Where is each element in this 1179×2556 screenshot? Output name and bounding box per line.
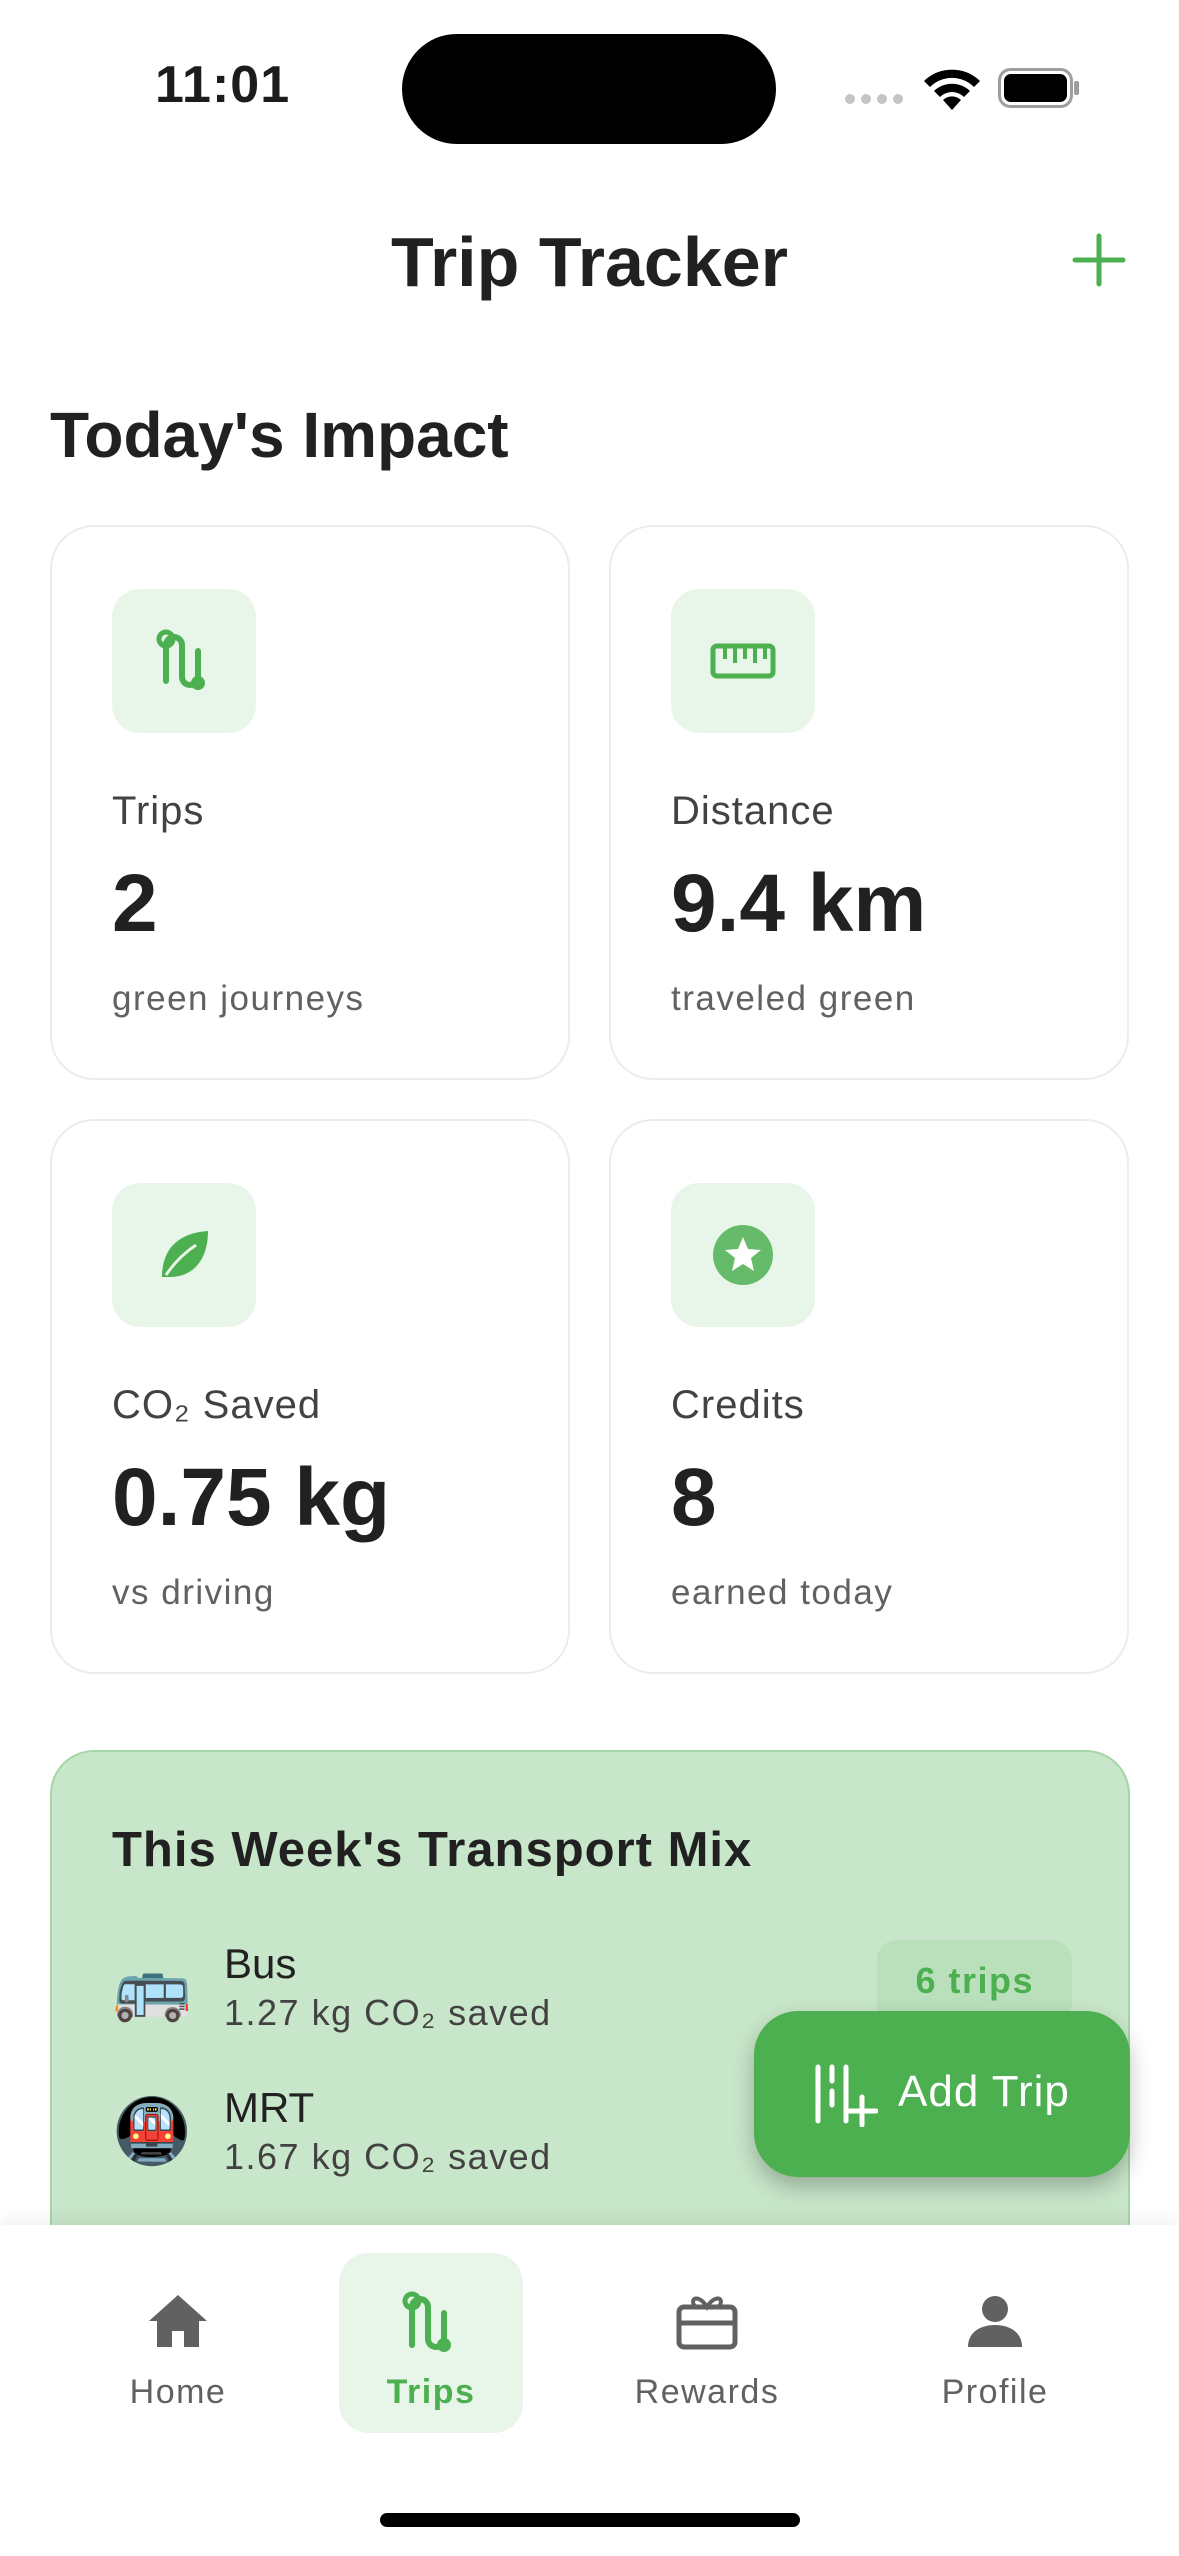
transport-mix-title: This Week's Transport Mix [112,1823,753,1877]
nav-label: Profile [941,2373,1049,2411]
card-value: 9.4 km [671,858,927,949]
card-label: Distance [671,789,835,833]
card-subtext: traveled green [671,979,916,1018]
card-label: Credits [671,1383,805,1427]
home-indicator[interactable] [380,2513,800,2527]
status-time: 11:01 [155,56,291,114]
card-subtext: green journeys [112,979,365,1018]
page-title: Trip Tracker [391,223,788,301]
status-bar: 11:01 [0,0,1179,170]
battery-icon [998,68,1079,108]
add-trip-plus-icon[interactable] [1069,230,1129,290]
home-icon [149,2295,207,2347]
bus-icon: 🚌 [112,1951,192,2023]
nav-item-trips[interactable]: Trips [339,2253,523,2433]
nav-item-rewards[interactable]: Rewards [615,2253,799,2433]
nav-item-profile[interactable]: Profile [903,2253,1087,2433]
transport-co2-saved: 1.67 kg CO₂ saved [224,2136,552,2177]
route-icon [402,2291,451,2352]
card-value: 8 [671,1452,717,1543]
nav-item-home[interactable]: Home [86,2253,270,2433]
person-icon [968,2296,1022,2347]
bottom-navigation: Home Trips Rewards Profile [0,2225,1179,2556]
distance-stat-card: Distance 9.4 km traveled green [609,525,1129,1080]
wifi-icon [924,69,980,110]
nav-label: Trips [386,2373,476,2411]
dynamic-island [402,34,776,144]
trips-stat-card: Trips 2 green journeys [50,525,570,1080]
add-trip-label: Add Trip [898,2067,1070,2116]
card-label: CO₂ Saved [112,1383,322,1427]
cellular-signal-icon [845,94,903,104]
card-subtext: vs driving [112,1573,275,1612]
metro-icon: 🚇 [112,2095,192,2167]
ruler-icon [671,589,815,733]
route-icon [112,589,256,733]
section-title: Today's Impact [50,399,509,471]
card-subtext: earned today [671,1573,894,1612]
transport-name: MRT [224,2084,315,2131]
app-header: Trip Tracker [0,200,1179,320]
star-badge-icon [671,1183,815,1327]
gift-card-icon [676,2296,738,2350]
transport-co2-saved: 1.27 kg CO₂ saved [224,1992,552,2033]
nav-label: Rewards [634,2373,780,2411]
trip-count-badge: 6 trips [877,1940,1072,2022]
credits-stat-card: Credits 8 earned today [609,1119,1129,1674]
add-route-icon [815,2064,878,2127]
card-value: 2 [112,858,158,949]
card-label: Trips [112,789,205,833]
nav-label: Home [129,2373,227,2411]
co2-saved-stat-card: CO₂ Saved 0.75 kg vs driving [50,1119,570,1674]
add-trip-button[interactable]: Add Trip [754,2011,1130,2177]
card-value: 0.75 kg [112,1452,391,1543]
leaf-icon [112,1183,256,1327]
transport-name: Bus [224,1940,297,1987]
